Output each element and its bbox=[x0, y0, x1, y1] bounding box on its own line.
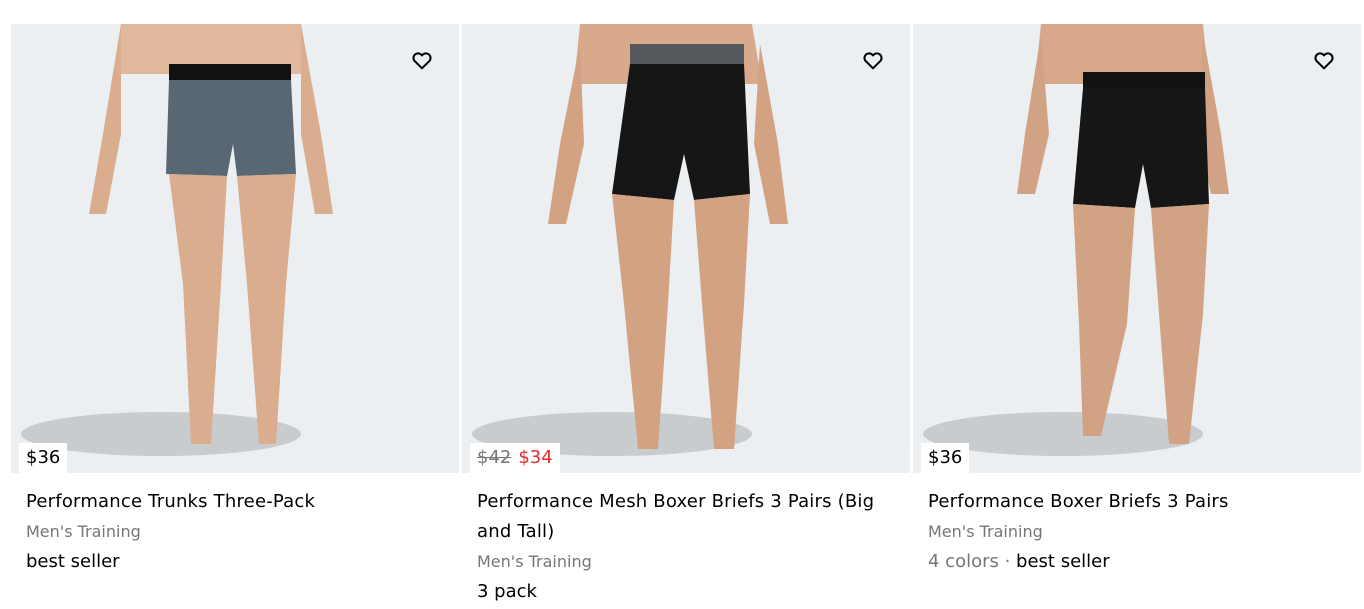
color-count[interactable]: 4 colors bbox=[928, 551, 999, 572]
product-image[interactable]: $36 bbox=[11, 24, 459, 473]
price: $36 bbox=[928, 447, 963, 468]
product-image[interactable]: $36 bbox=[913, 24, 1361, 473]
product-card[interactable]: $36 Performance Boxer Briefs 3 Pairs Men… bbox=[913, 24, 1361, 609]
sale-price: $34 bbox=[518, 447, 553, 468]
product-photo bbox=[923, 24, 1229, 456]
price-badge: $42 $34 bbox=[470, 443, 560, 473]
product-tag: best seller bbox=[26, 551, 120, 572]
product-photo bbox=[472, 24, 788, 456]
product-title[interactable]: Performance Trunks Three-Pack bbox=[26, 487, 446, 517]
best-seller-label: best seller bbox=[1016, 551, 1110, 572]
product-tag: 4 colors · best seller bbox=[928, 547, 1348, 577]
product-category: Men's Training bbox=[26, 522, 141, 541]
price-badge: $36 bbox=[19, 443, 68, 473]
price-badge: $36 bbox=[921, 443, 970, 473]
heart-icon[interactable] bbox=[862, 50, 884, 72]
heart-icon[interactable] bbox=[1313, 50, 1335, 72]
product-category: Men's Training bbox=[928, 522, 1043, 541]
separator: · bbox=[998, 551, 1017, 572]
product-photo bbox=[21, 24, 333, 456]
original-price: $42 bbox=[477, 447, 512, 468]
product-title[interactable]: Performance Mesh Boxer Briefs 3 Pairs (B… bbox=[477, 487, 897, 547]
heart-icon[interactable] bbox=[411, 50, 433, 72]
product-category: Men's Training bbox=[477, 552, 592, 571]
product-card[interactable]: $36 Performance Trunks Three-Pack Men's … bbox=[11, 24, 459, 609]
product-card[interactable]: $42 $34 Performance Mesh Boxer Briefs 3 P… bbox=[462, 24, 910, 609]
product-tag: 3 pack bbox=[477, 581, 537, 602]
product-image[interactable]: $42 $34 bbox=[462, 24, 910, 473]
product-title[interactable]: Performance Boxer Briefs 3 Pairs bbox=[928, 487, 1348, 517]
price: $36 bbox=[26, 447, 61, 468]
